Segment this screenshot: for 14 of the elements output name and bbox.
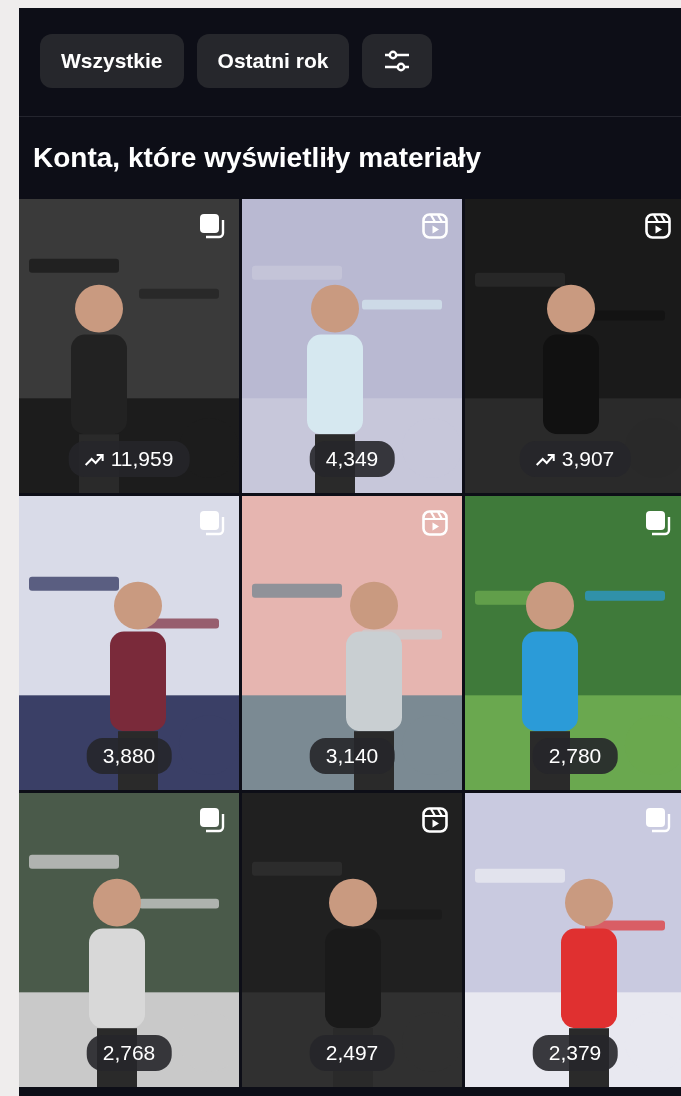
view-count: 3,140 <box>325 744 379 768</box>
view-count: 11,959 <box>110 447 174 471</box>
view-count: 2,497 <box>325 1041 379 1065</box>
filter-chip[interactable]: Ostatni rok <box>196 34 350 88</box>
filter-chip[interactable]: Wszystkie <box>40 34 184 88</box>
view-count: 2,379 <box>548 1041 602 1065</box>
view-count: 3,907 <box>561 447 615 471</box>
view-count: 3,880 <box>102 744 156 768</box>
sliders-icon <box>383 49 412 73</box>
view-count: 2,780 <box>548 744 602 768</box>
view-count: 4,349 <box>325 447 379 471</box>
view-count: 2,768 <box>102 1041 156 1065</box>
section-title: Konta, które wyświetliły materiały <box>32 141 483 175</box>
filter-settings-button[interactable] <box>362 34 433 88</box>
